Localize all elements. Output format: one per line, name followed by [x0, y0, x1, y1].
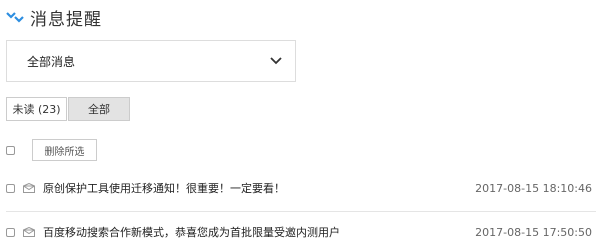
message-row: 百度移动搜索合作新模式，恭喜您成为首批限量受邀内测用户 2017-08-15 1… [6, 218, 596, 246]
message-tabs: 未读 (23) 全部 [6, 97, 130, 121]
envelope-icon [23, 183, 35, 193]
bulk-actions-toolbar: 删除所选 [6, 139, 596, 161]
message-checkbox[interactable] [6, 183, 15, 193]
message-title[interactable]: 百度移动搜索合作新模式，恭喜您成为首批限量受邀内测用户 [43, 224, 475, 240]
select-value: 全部消息 [27, 54, 76, 69]
tab-unread[interactable]: 未读 (23) [6, 97, 67, 121]
message-type-select[interactable]: 全部消息 [6, 40, 296, 82]
delete-selected-button[interactable]: 删除所选 [32, 139, 97, 161]
message-checkbox[interactable] [6, 227, 15, 237]
message-time: 2017-08-15 18:10:46 [475, 181, 592, 195]
page-header: 消息提醒 [6, 4, 102, 30]
tab-all[interactable]: 全部 [68, 97, 130, 121]
message-title[interactable]: 原创保护工具使用迁移通知！很重要！一定要看！ [43, 180, 475, 196]
page-title: 消息提醒 [30, 9, 102, 30]
message-row: 原创保护工具使用迁移通知！很重要！一定要看！ 2017-08-15 18:10:… [6, 174, 596, 202]
row-divider [6, 211, 596, 212]
select-all-checkbox[interactable] [6, 145, 15, 155]
envelope-icon [23, 227, 35, 237]
chevron-logo-icon [6, 10, 24, 24]
message-time: 2017-08-15 17:50:50 [475, 225, 592, 239]
chevron-down-icon [269, 56, 283, 66]
